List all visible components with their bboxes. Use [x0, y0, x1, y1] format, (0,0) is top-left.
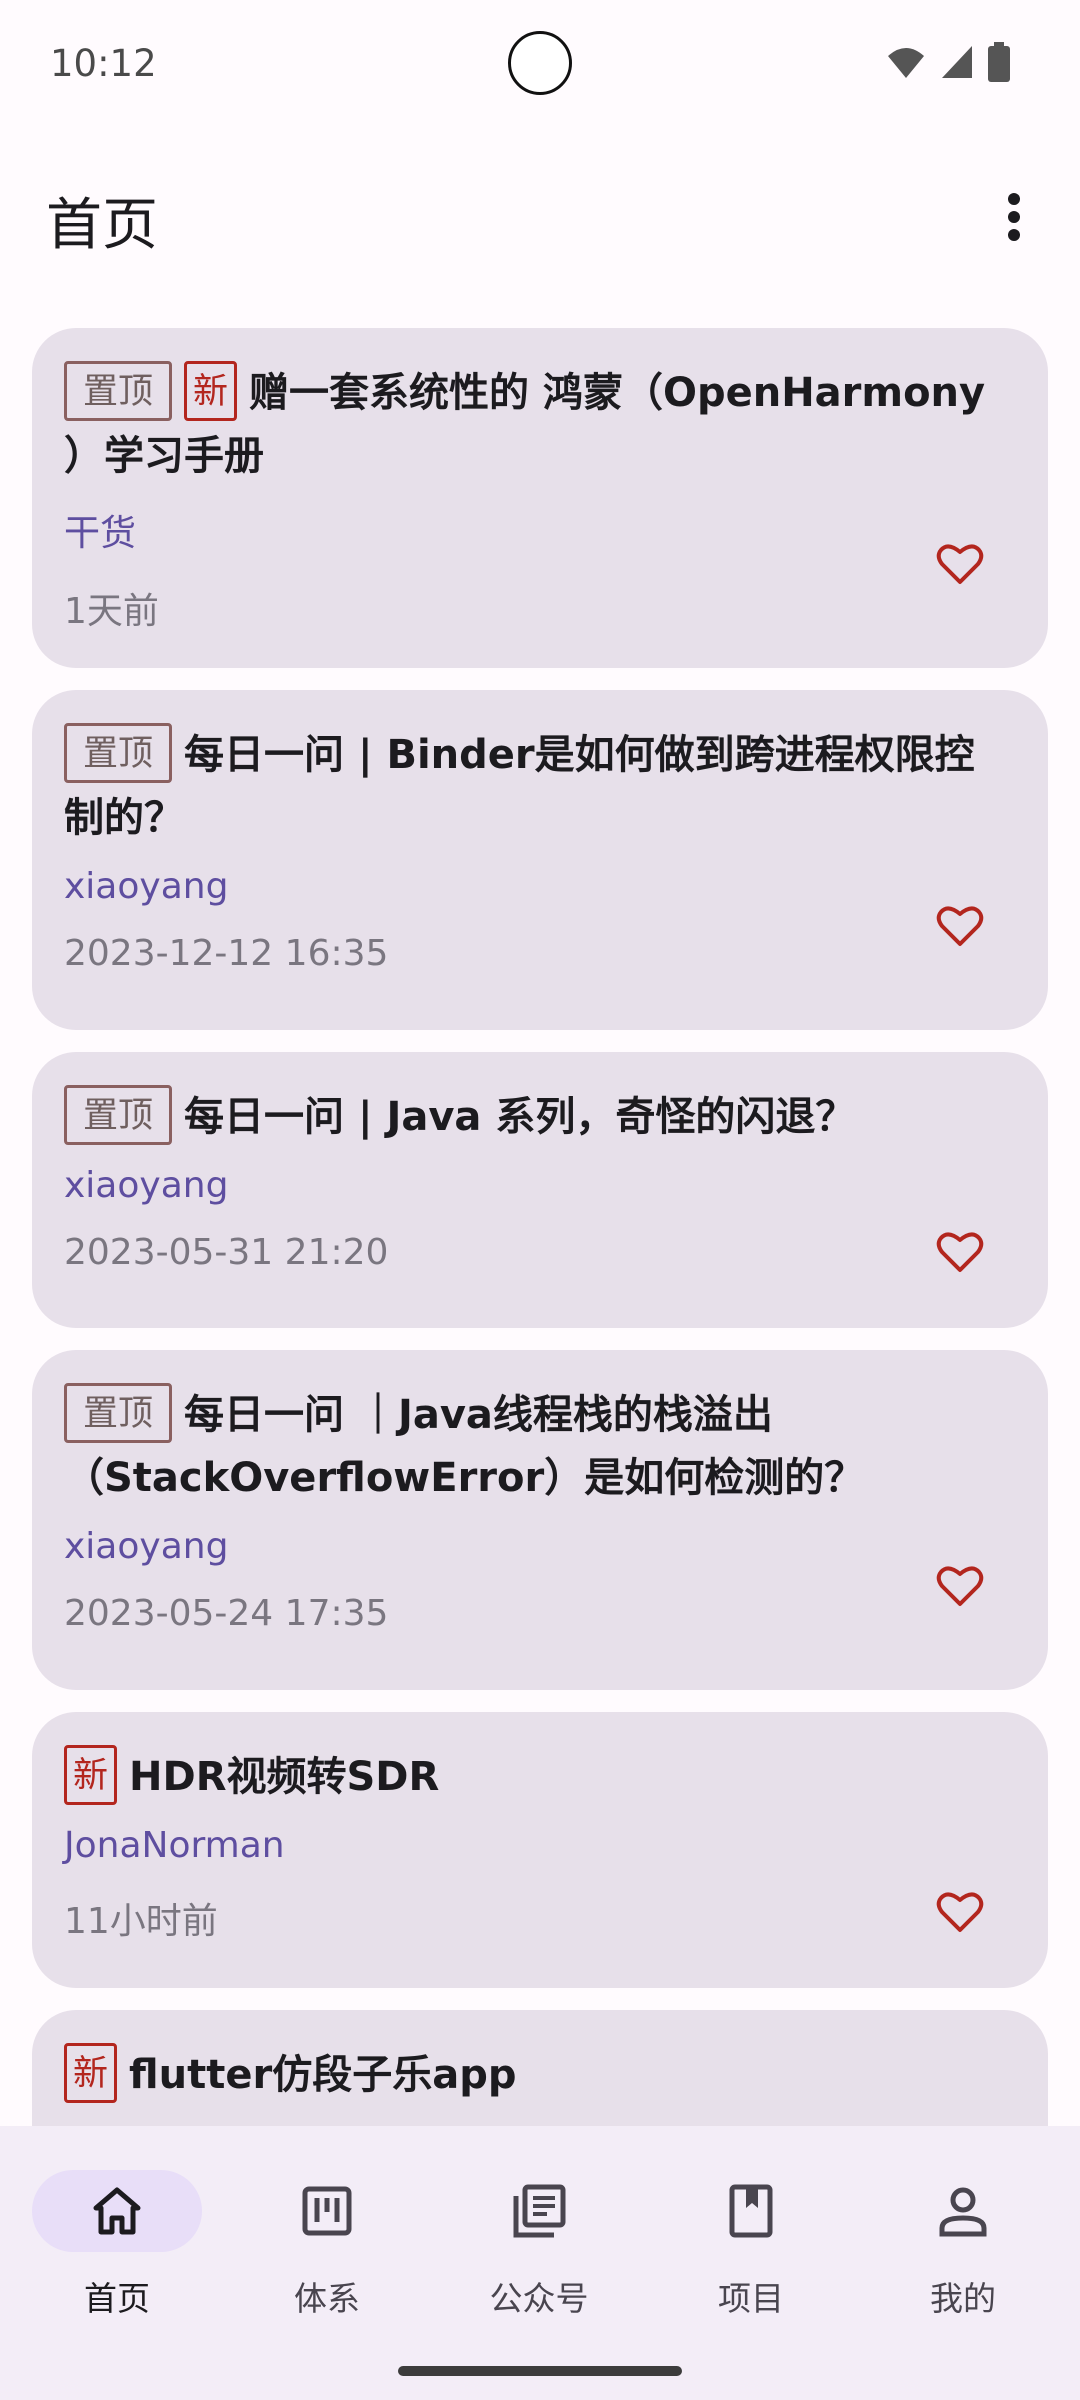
- more-vert-icon: [1008, 193, 1020, 241]
- article-title: 置顶 每日一问 | Binder是如何做到跨进程权限控制的？: [64, 723, 1012, 850]
- article-time: 2023-05-31 21:20: [64, 1232, 389, 1273]
- articles-icon: [513, 2184, 566, 2238]
- article-author[interactable]: xiaoyang: [64, 1526, 1012, 1567]
- system-icon: [302, 2186, 352, 2236]
- nav-label: 体系: [294, 2279, 360, 2318]
- article-author[interactable]: xiaoyang: [64, 1165, 1012, 1206]
- pinned-tag: 置顶: [64, 723, 173, 783]
- nav-label: 公众号: [489, 2279, 589, 2318]
- article-card[interactable]: 新 HDR视频转SDR JonaNorman 11小时前: [32, 1712, 1048, 1988]
- new-tag: 新: [184, 361, 238, 421]
- favorite-icon[interactable]: [936, 1564, 984, 1608]
- nav-item-projects[interactable]: 项目: [666, 2170, 836, 2330]
- article-time: 11小时前: [64, 1901, 218, 1942]
- nav-label: 项目: [718, 2279, 784, 2318]
- article-title: 置顶 每日一问 ｜Java线程栈的栈溢出（StackOverflowError）是…: [64, 1383, 1012, 1510]
- favorite-icon[interactable]: [936, 1230, 984, 1274]
- article-title-text: HDR视频转SDR: [129, 1754, 440, 1800]
- article-author[interactable]: JonaNorman: [64, 1825, 1012, 1866]
- nav-item-mine[interactable]: 我的: [878, 2170, 1048, 2330]
- battery-icon: [988, 42, 1010, 82]
- article-title: 置顶 每日一问 | Java 系列，奇怪的闪退？: [64, 1085, 1012, 1149]
- new-tag: 新: [64, 2043, 118, 2103]
- article-author[interactable]: 干货: [64, 504, 1012, 556]
- article-time: 2023-05-24 17:35: [64, 1593, 389, 1634]
- article-title: 新 HDR视频转SDR: [64, 1745, 1012, 1809]
- article-title: 置顶新赠一套系统性的 鸿蒙（OpenHarmony ）学习手册: [64, 361, 1012, 488]
- status-time: 10:12: [50, 42, 157, 85]
- pinned-tag: 置顶: [64, 361, 173, 421]
- person-icon: [939, 2187, 987, 2237]
- pinned-tag: 置顶: [64, 1085, 173, 1145]
- article-time: 1天前: [64, 591, 159, 632]
- article-card[interactable]: 置顶 每日一问 | Java 系列，奇怪的闪退？ xiaoyang 2023-05-3…: [32, 1052, 1048, 1328]
- home-indicator[interactable]: [398, 2366, 682, 2376]
- article-card[interactable]: 置顶 每日一问 ｜Java线程栈的栈溢出（StackOverflowError）是…: [32, 1350, 1048, 1690]
- article-time: 2023-12-12 16:35: [64, 933, 389, 974]
- top-app-bar: 首页: [0, 160, 1080, 270]
- article-card[interactable]: 置顶新赠一套系统性的 鸿蒙（OpenHarmony ）学习手册干货 1天前: [32, 328, 1048, 668]
- new-tag: 新: [64, 1745, 118, 1805]
- status-icons: [886, 42, 1010, 82]
- wifi-icon: [888, 48, 924, 78]
- nav-item-official-accounts[interactable]: 公众号: [454, 2170, 624, 2330]
- article-title-text: 每日一问 ｜Java线程栈的栈溢出（StackOverflowError）是如何…: [64, 1392, 865, 1501]
- page-title: 首页: [46, 193, 158, 258]
- article-title-text: flutter仿段子乐app: [129, 2052, 517, 2098]
- article-title-text: 每日一问 | Binder是如何做到跨进程权限控制的？: [64, 732, 975, 841]
- more-options-button[interactable]: [984, 182, 1044, 252]
- pinned-tag: 置顶: [64, 1383, 173, 1443]
- article-title: 新 flutter仿段子乐app: [64, 2043, 1012, 2107]
- article-title-text: 每日一问 | Java 系列，奇怪的闪退？: [184, 1094, 856, 1140]
- favorite-icon[interactable]: [936, 542, 984, 586]
- status-bar: 10:12: [0, 0, 1080, 130]
- nav-item-home[interactable]: 首页: [32, 2170, 202, 2330]
- home-icon: [93, 2187, 141, 2235]
- article-card[interactable]: 新 flutter仿段子乐app: [32, 2010, 1048, 2128]
- article-author[interactable]: xiaoyang: [64, 866, 1012, 907]
- nav-label: 我的: [930, 2279, 996, 2318]
- nav-item-system[interactable]: 体系: [242, 2170, 412, 2330]
- favorite-icon[interactable]: [936, 1890, 984, 1934]
- bottom-navigation: 首页 体系 公众号 项目 我的: [0, 2126, 1080, 2400]
- article-list[interactable]: 置顶新赠一套系统性的 鸿蒙（OpenHarmony ）学习手册 干货 1天前 置顶 每日…: [32, 328, 1048, 2128]
- nav-label: 首页: [84, 2279, 150, 2318]
- signal-icon: [942, 46, 972, 78]
- bookmark-icon: [729, 2184, 773, 2238]
- article-card[interactable]: 置顶 每日一问 | Binder是如何做到跨进程权限控制的？ xiaoyang 202…: [32, 690, 1048, 1030]
- favorite-icon[interactable]: [936, 904, 984, 948]
- camera-cutout: [508, 31, 572, 95]
